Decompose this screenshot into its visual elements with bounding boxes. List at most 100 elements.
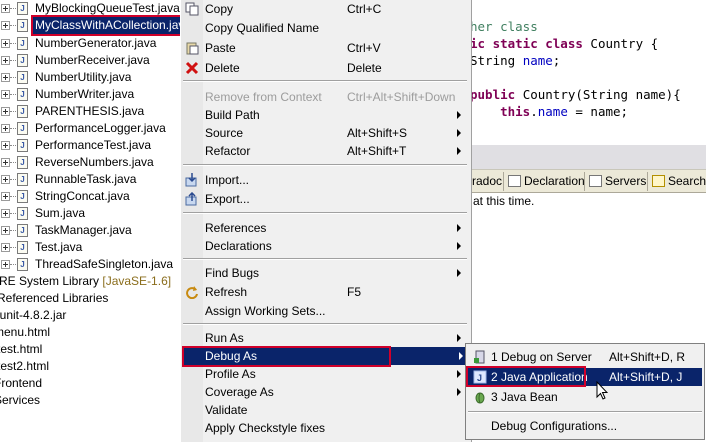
expand-icon[interactable] xyxy=(1,260,10,269)
mouse-cursor-icon xyxy=(596,381,608,400)
code-line: her class xyxy=(470,19,538,34)
submenu-item-debug-on-server[interactable]: 1 Debug on Server Alt+Shift+D, R xyxy=(468,348,702,366)
tree-item-label: ThreadSafeSingleton.java xyxy=(35,257,174,271)
tree-item-label: MyClassWithACollection.java xyxy=(30,15,196,36)
submenu-arrow-icon xyxy=(457,129,461,137)
submenu-item-java-application[interactable]: J 2 Java Application Alt+Shift+D, J xyxy=(468,368,702,386)
tree-item[interactable]: test2.html xyxy=(0,358,49,375)
menu-item-coverage-as[interactable]: Coverage As xyxy=(181,383,465,401)
view-tab-bar: radoc Declaration Servers Search xyxy=(470,169,706,193)
tree-item[interactable]: junit-4.8.2.jar xyxy=(0,307,66,324)
submenu-arrow-icon xyxy=(457,242,461,250)
tree-item[interactable]: test.html xyxy=(0,341,42,358)
copy-icon xyxy=(185,2,199,16)
submenu-arrow-icon xyxy=(459,352,463,360)
expand-icon[interactable] xyxy=(1,21,10,30)
submenu-item-debug-configurations[interactable]: Debug Configurations... xyxy=(468,417,702,435)
submenu-arrow-icon xyxy=(457,334,461,342)
tree-item-label: StringConcat.java xyxy=(35,189,130,203)
tab-declaration[interactable]: Declaration xyxy=(503,172,585,191)
tab-search[interactable]: Search xyxy=(647,172,706,191)
tree-item[interactable]: Referenced Libraries xyxy=(0,290,108,307)
menu-item-delete[interactable]: Delete Delete xyxy=(181,59,465,77)
expand-icon[interactable] xyxy=(1,124,10,133)
menu-item-import[interactable]: Import... xyxy=(181,171,465,189)
expand-icon[interactable] xyxy=(1,56,10,65)
menu-item-find-bugs[interactable]: Find Bugs xyxy=(181,264,465,282)
tree-item-label: NumberReceiver.java xyxy=(35,53,150,67)
tree-item-label: RunnableTask.java xyxy=(35,172,137,186)
code-line: public Country(String name){ xyxy=(470,87,681,102)
java-file-icon: J xyxy=(17,173,28,186)
expand-icon[interactable] xyxy=(1,90,10,99)
java-file-icon: J xyxy=(17,71,28,84)
jre-version-label: [JavaSE-1.6] xyxy=(102,274,172,288)
submenu-item-java-bean[interactable]: 3 Java Bean xyxy=(468,388,702,406)
java-file-icon: J xyxy=(17,19,28,32)
menu-item-debug-as[interactable]: Debug As xyxy=(183,347,465,365)
menu-item-build-path[interactable]: Build Path xyxy=(181,106,465,124)
tree-item[interactable]: Frontend xyxy=(0,375,42,392)
menu-item-export[interactable]: Export... xyxy=(181,190,465,208)
delete-icon xyxy=(185,61,199,75)
expand-icon[interactable] xyxy=(1,209,10,218)
menu-item-source[interactable]: Source Alt+Shift+S xyxy=(181,124,465,142)
menu-item-copy-qualified-name[interactable]: Copy Qualified Name xyxy=(181,19,465,37)
menu-item-refactor[interactable]: Refactor Alt+Shift+T xyxy=(181,142,465,160)
submenu-arrow-icon xyxy=(457,111,461,119)
java-file-icon: J xyxy=(17,156,28,169)
tree-item-label: ReverseNumbers.java xyxy=(35,155,154,169)
menu-item-assign-working-sets[interactable]: Assign Working Sets... xyxy=(181,302,465,320)
menu-separator xyxy=(468,411,702,413)
menu-item-remove-from-context: Remove from Context Ctrl+Alt+Shift+Down xyxy=(205,90,456,104)
view-message: at this time. xyxy=(473,194,535,208)
code-line: String name; xyxy=(470,53,561,68)
tree-item-label: JRE System Library xyxy=(0,274,100,288)
java-bean-icon xyxy=(475,392,485,404)
expand-icon[interactable] xyxy=(1,141,10,150)
tree-item-label: NumberUtility.java xyxy=(35,70,132,84)
submenu-arrow-icon xyxy=(457,269,461,277)
tab-javadoc[interactable]: radoc xyxy=(472,172,502,191)
tree-item-jre[interactable]: JRE System Library [JavaSE-1.6] xyxy=(0,273,171,290)
menu-item-run-as[interactable]: Run As xyxy=(181,329,465,347)
paste-icon xyxy=(186,42,199,55)
expand-icon[interactable] xyxy=(1,175,10,184)
expand-icon[interactable] xyxy=(1,39,10,48)
tree-item-label: test.html xyxy=(0,342,43,356)
menu-item-copy[interactable]: Copy Ctrl+C xyxy=(181,0,465,18)
expand-icon[interactable] xyxy=(1,4,10,13)
menu-item-apply-checkstyle-fixes[interactable]: Apply Checkstyle fixes xyxy=(181,419,465,437)
menu-item-validate[interactable]: Validate xyxy=(181,401,465,419)
menu-item-refresh[interactable]: Refresh F5 xyxy=(181,283,465,301)
expand-icon[interactable] xyxy=(1,107,10,116)
java-file-icon: J xyxy=(17,139,28,152)
expand-icon[interactable] xyxy=(1,192,10,201)
menu-item-profile-as[interactable]: Profile As xyxy=(181,365,465,383)
expand-icon[interactable] xyxy=(1,158,10,167)
submenu-arrow-icon xyxy=(457,224,461,232)
tree-item[interactable]: menu.html xyxy=(0,324,50,341)
code-line: ic static class Country { xyxy=(470,36,659,51)
tree-item-label: Frontend xyxy=(0,376,43,390)
java-file-icon: J xyxy=(17,2,28,15)
editor-scrollbar-area xyxy=(470,145,706,169)
menu-separator xyxy=(183,323,467,325)
code-editor[interactable]: her class ic static class Country { String… xyxy=(470,0,706,145)
java-file-icon: J xyxy=(17,207,28,220)
menu-item-paste[interactable]: Paste Ctrl+V xyxy=(181,39,465,57)
expand-icon[interactable] xyxy=(1,243,10,252)
menu-item-references[interactable]: References xyxy=(181,219,465,237)
expand-icon[interactable] xyxy=(1,226,10,235)
expand-icon[interactable] xyxy=(1,73,10,82)
tree-item[interactable]: Services xyxy=(0,392,40,409)
tree-item-label: Referenced Libraries xyxy=(0,291,109,305)
java-app-icon: J xyxy=(473,370,487,384)
tree-item-label: PerformanceTest.java xyxy=(35,138,152,152)
search-icon xyxy=(652,175,665,187)
java-file-icon: J xyxy=(17,54,28,67)
java-file-icon: J xyxy=(17,88,28,101)
java-file-icon: J xyxy=(17,224,28,237)
tab-servers[interactable]: Servers xyxy=(584,172,646,191)
menu-item-declarations[interactable]: Declarations xyxy=(181,237,465,255)
